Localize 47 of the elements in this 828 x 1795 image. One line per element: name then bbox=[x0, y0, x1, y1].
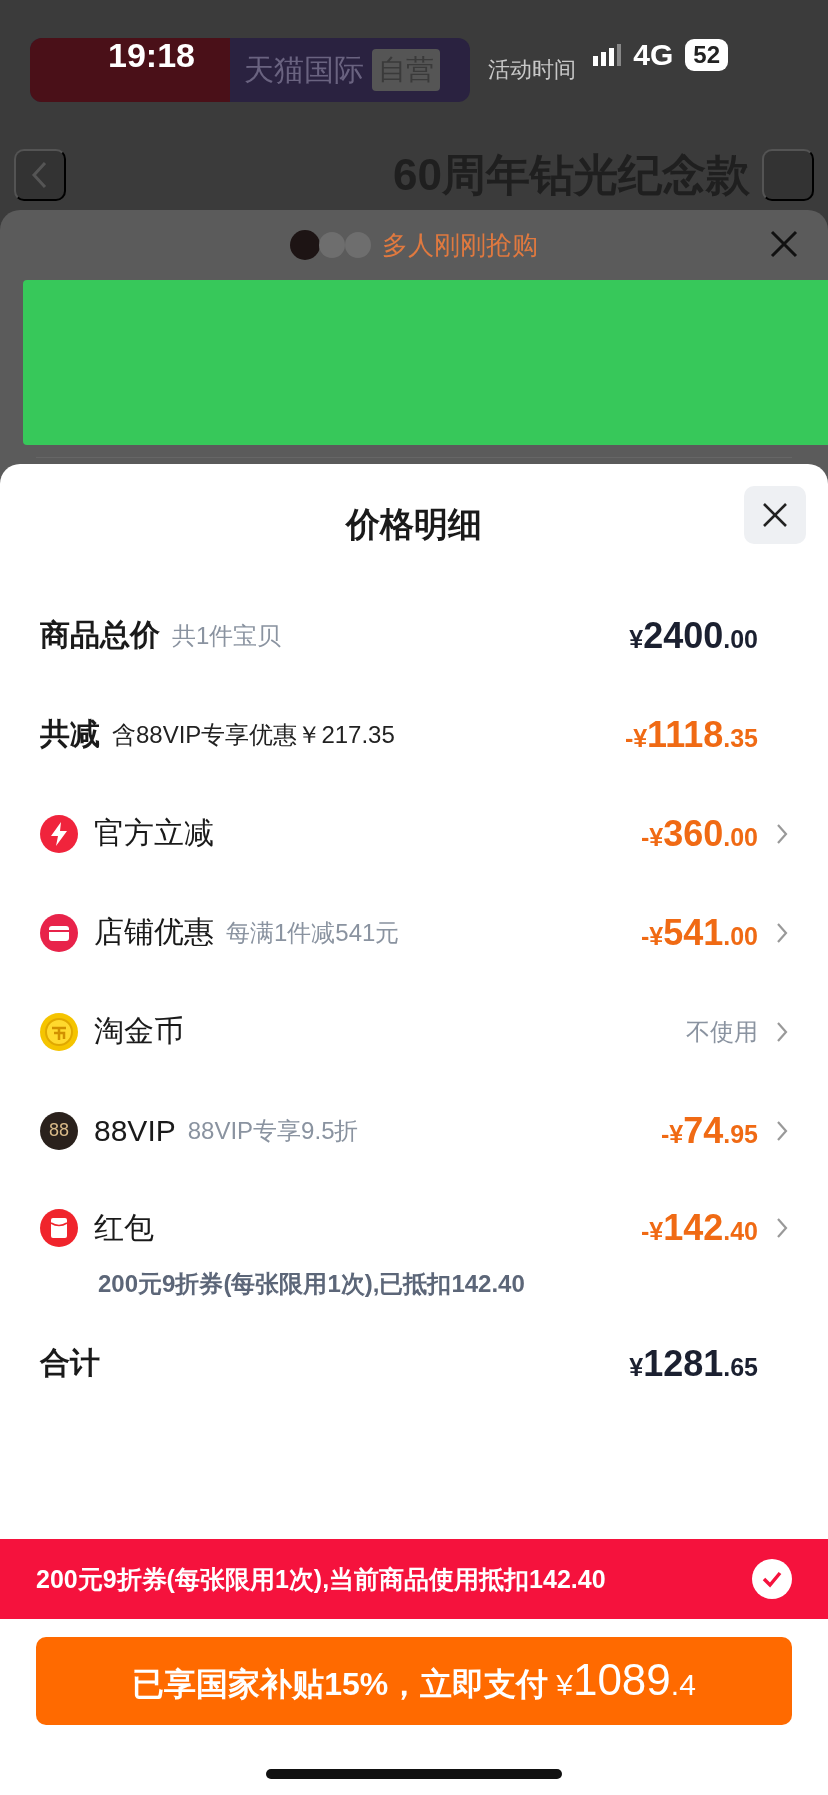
chevron-icon[interactable] bbox=[776, 1217, 788, 1239]
price-amount: ¥2400.00 bbox=[629, 614, 758, 657]
coupon-text: 200元9折券(每张限用1次),当前商品使用抵扣142.40 bbox=[36, 1563, 606, 1595]
status-time: 19:18 bbox=[108, 35, 195, 75]
coupon-bar[interactable]: 200元9折券(每张限用1次),当前商品使用抵扣142.40 bbox=[0, 1539, 828, 1619]
close-button[interactable] bbox=[744, 486, 806, 544]
chevron-icon[interactable] bbox=[776, 1119, 788, 1142]
price-amount: -¥1118.35 bbox=[624, 713, 758, 756]
row-value: 不使用 bbox=[686, 1016, 758, 1047]
row-label: 官方立减 bbox=[94, 815, 214, 851]
price-amount: -¥541.00 bbox=[640, 911, 758, 954]
row-label: 商品总价 bbox=[40, 617, 160, 653]
row-label: 88VIP bbox=[94, 1113, 176, 1148]
pay-button[interactable]: 已享国家补贴15%，立即支付 ¥1089.4 bbox=[36, 1637, 792, 1725]
battery-indicator: 52 bbox=[685, 39, 728, 71]
network-label: 4G bbox=[633, 38, 674, 72]
chevron-icon[interactable] bbox=[776, 1020, 788, 1043]
row-label: 店铺优惠 bbox=[94, 914, 214, 950]
chevron-icon[interactable] bbox=[776, 921, 788, 944]
activity-notice: 活动时间 bbox=[488, 56, 576, 84]
price-amount: ¥1281.65 bbox=[629, 1342, 758, 1385]
coin-icon bbox=[40, 1012, 78, 1051]
checkbox[interactable] bbox=[752, 1559, 792, 1599]
price-amount: -¥360.00 bbox=[640, 812, 758, 855]
row-note: 共1件宝贝 bbox=[172, 620, 282, 651]
popup-headline: 多人刚刚抢购 bbox=[382, 228, 538, 262]
envelope-icon bbox=[40, 1209, 78, 1247]
row-label: 红包 bbox=[94, 1209, 154, 1246]
vip-badge-icon: 88 bbox=[40, 1111, 78, 1150]
shop-icon bbox=[40, 913, 78, 952]
row-note: 含88VIP专享优惠￥217.35 bbox=[112, 719, 395, 750]
row-note: 每满1件减541元 bbox=[226, 917, 400, 948]
signal-icon bbox=[593, 44, 622, 66]
row-detail: 200元9折券(每张限用1次),已抵扣142.40 bbox=[97, 1269, 526, 1299]
row-label: 共减 bbox=[40, 716, 100, 752]
row-label: 合计 bbox=[40, 1345, 100, 1381]
row-label: 淘金币 bbox=[94, 1013, 184, 1049]
back-button[interactable] bbox=[14, 149, 66, 201]
close-icon[interactable] bbox=[762, 502, 788, 528]
row-note: 88VIP专享9.5折 bbox=[187, 1115, 359, 1146]
avatar-icon bbox=[290, 230, 374, 260]
sheet-title: 价格明细 bbox=[346, 504, 482, 545]
price-amount: -¥74.95 bbox=[660, 1109, 758, 1152]
chevron-icon[interactable] bbox=[776, 822, 788, 845]
price-amount: -¥142.40 bbox=[640, 1207, 758, 1249]
lightning-icon bbox=[40, 814, 78, 853]
more-button[interactable] bbox=[762, 149, 814, 201]
